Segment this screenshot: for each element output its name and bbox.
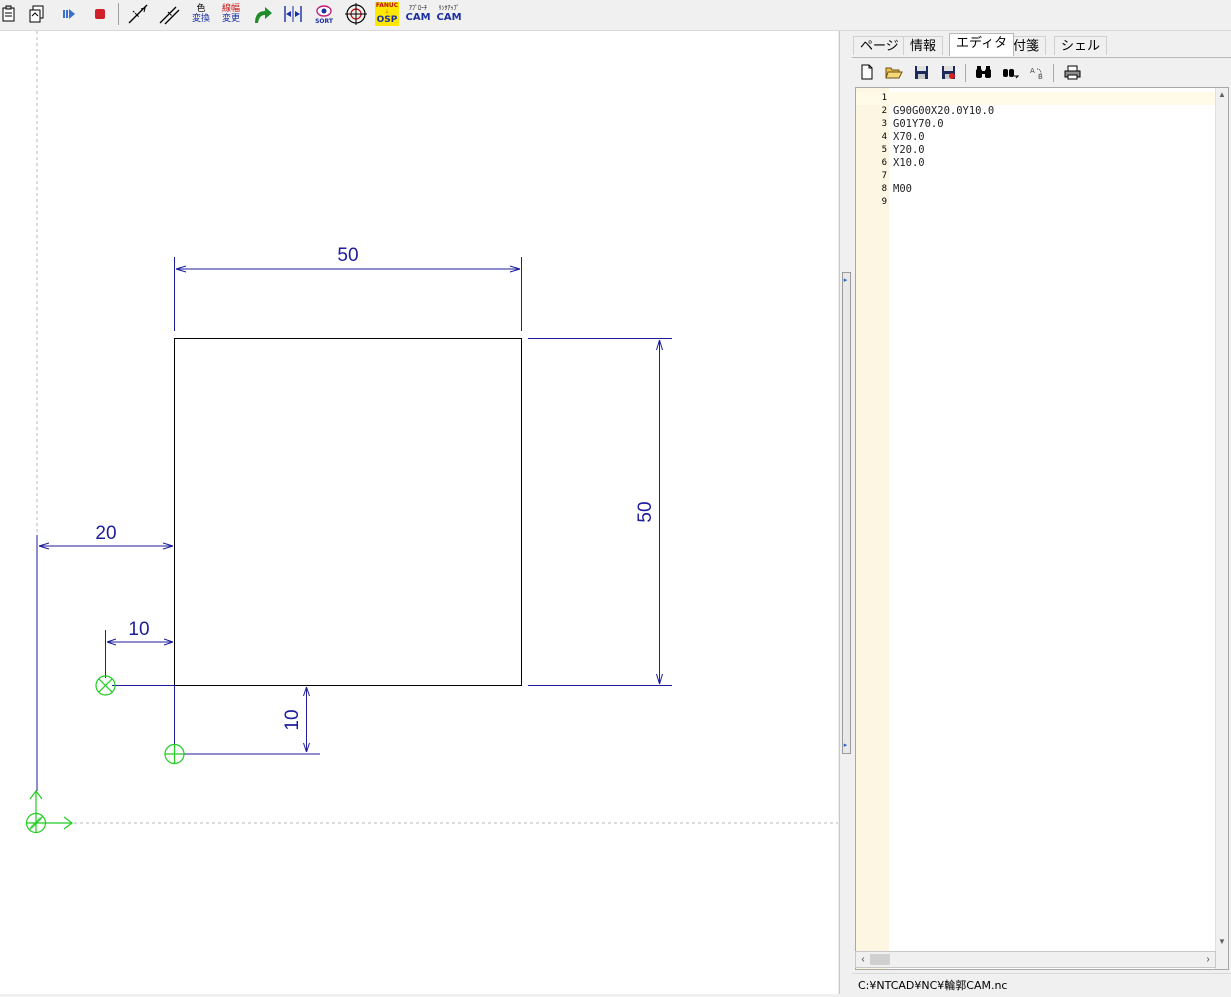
horizontal-scroll-thumb[interactable] <box>870 954 890 965</box>
fanuc-osp-button[interactable]: FANUC ↓ OSP <box>373 0 401 28</box>
editor-line[interactable]: 9 <box>856 196 1216 209</box>
line-width-label-top: 線幅 <box>221 4 240 14</box>
step-forward-icon[interactable] <box>58 0 80 28</box>
print-icon[interactable] <box>1061 61 1083 83</box>
drawing-canvas[interactable]: 50 50 20 10 10 <box>0 31 838 994</box>
contour-rectangle[interactable] <box>174 338 522 686</box>
editor-toolbar: AB <box>852 58 1231 86</box>
parallel-line-icon[interactable] <box>157 0 181 28</box>
tab-shell[interactable]: シェル <box>1054 36 1108 55</box>
find-icon[interactable] <box>972 61 994 83</box>
line-width-change-button[interactable]: 線幅 変更 <box>218 0 244 28</box>
dimension-small-y <box>303 686 310 753</box>
splitter-arrow-icon[interactable]: ▸ <box>841 276 850 284</box>
dimension-label-small-x: 10 <box>128 619 149 640</box>
line-number: 9 <box>881 197 887 207</box>
save-as-icon[interactable] <box>937 61 959 83</box>
svg-text:A: A <box>1030 67 1035 75</box>
line-number: 4 <box>881 132 887 142</box>
line-number: 3 <box>881 119 887 129</box>
splitter-arrow-icon[interactable]: ▸ <box>841 741 850 749</box>
editor-line[interactable]: 8 M00 <box>856 183 1216 196</box>
scroll-up-icon[interactable]: ▲ <box>1216 88 1228 102</box>
tab-info[interactable]: 情報 <box>903 36 944 55</box>
dimension-label-small-y: 10 <box>282 709 303 730</box>
osp-label: OSP <box>376 15 398 25</box>
svg-text:B: B <box>1038 73 1043 80</box>
line-number: 1 <box>881 93 887 103</box>
dimension-top-width <box>174 257 522 331</box>
line-code[interactable]: X10.0 <box>893 157 925 170</box>
save-icon[interactable] <box>910 61 932 83</box>
scroll-right-icon[interactable]: › <box>1201 952 1215 967</box>
status-bar: C:¥NTCAD¥NC¥輪郭CAM.nc <box>852 973 1231 996</box>
horizontal-scrollbar[interactable]: ‹ › <box>855 951 1216 968</box>
dimension-label-right: 50 <box>635 501 656 522</box>
dimension-label-left: 20 <box>95 523 116 544</box>
find-next-icon[interactable] <box>999 61 1021 83</box>
approach-cam-button[interactable]: ｱﾌﾟﾛｰﾁ CAM <box>404 0 432 28</box>
start-point-marker[interactable] <box>164 743 185 765</box>
panel-splitter[interactable]: ▸ ▸ <box>839 31 853 994</box>
vertical-scrollbar[interactable]: ▲ ▼ <box>1215 88 1228 969</box>
tab-page[interactable]: ページ <box>853 36 906 55</box>
main-toolbar: 色変換 線幅 変更 SORT FANUC ↓ OSP ｱﾌﾟﾛｰﾁ CAM ﾘﾝｸ… <box>0 0 1231 31</box>
target-icon[interactable] <box>343 0 369 28</box>
editor-line[interactable]: 6 X10.0 <box>856 157 1216 170</box>
line-code[interactable]: G01Y70.0 <box>893 118 944 131</box>
line-number: 7 <box>881 171 887 181</box>
fit-width-icon[interactable] <box>281 0 305 28</box>
stop-icon[interactable] <box>89 0 111 28</box>
editor-toolbar-separator <box>965 64 966 82</box>
copy-page-icon[interactable] <box>26 0 48 28</box>
link-cam-kana: ﾘﾝｸｱｯﾌﾟ <box>438 4 460 12</box>
editor-lines[interactable]: 1 2 G90G00X20.0Y10.0 3 G01Y70.0 4 X70.0 5 Y20.0 6… <box>856 92 1216 209</box>
code-editor[interactable]: 1 2 G90G00X20.0Y10.0 3 G01Y70.0 4 X70.0 5 Y20.0 6… <box>855 87 1229 970</box>
scroll-down-icon[interactable]: ▼ <box>1216 935 1228 949</box>
link-cam-label: CAM <box>436 11 462 23</box>
new-file-icon[interactable] <box>856 61 878 83</box>
editor-line[interactable]: 7 <box>856 170 1216 183</box>
scroll-left-icon[interactable]: ‹ <box>856 952 870 967</box>
line-number: 6 <box>881 158 887 168</box>
sort-label: SORT <box>315 17 333 25</box>
line-number: 5 <box>881 145 887 155</box>
line-number-gutter <box>856 88 889 969</box>
toolbar-separator <box>118 3 119 25</box>
line-code[interactable]: G90G00X20.0Y10.0 <box>893 105 994 118</box>
color-change-label-top: 色 <box>196 4 206 14</box>
approach-cam-label: CAM <box>405 11 431 23</box>
panel-tabs: ページ 情報 エディタ 付箋 シェル <box>852 33 1231 58</box>
paste-icon[interactable] <box>0 0 18 28</box>
tab-editor[interactable]: エディタ <box>949 33 1015 56</box>
line-number: 8 <box>881 184 887 194</box>
editor-line[interactable]: 1 <box>856 92 1216 105</box>
color-change-label-bottom: 変換 <box>191 14 210 24</box>
editor-line[interactable]: 2 G90G00X20.0Y10.0 <box>856 105 1216 118</box>
line-offset-icon[interactable] <box>126 0 150 28</box>
approach-cam-kana: ｱﾌﾟﾛｰﾁ <box>408 4 427 12</box>
line-code[interactable]: Y20.0 <box>893 144 925 157</box>
origin-marker[interactable] <box>25 790 73 834</box>
editor-toolbar-separator <box>1053 64 1054 82</box>
dimension-label-top: 50 <box>337 245 358 266</box>
editor-line[interactable]: 3 G01Y70.0 <box>856 118 1216 131</box>
file-path: C:¥NTCAD¥NC¥輪郭CAM.nc <box>858 979 1008 992</box>
replace-icon[interactable]: AB <box>1026 61 1048 83</box>
link-cam-button[interactable]: ﾘﾝｸｱｯﾌﾟ CAM <box>434 0 464 28</box>
line-code[interactable]: X70.0 <box>893 131 925 144</box>
line-width-label-bottom: 変更 <box>221 14 240 24</box>
sort-button[interactable]: SORT <box>310 0 338 28</box>
side-panel: ページ 情報 エディタ 付箋 シェル AB 1 2 G90G00X20.0Y10… <box>852 31 1231 997</box>
splitter-grip[interactable] <box>842 272 851 754</box>
editor-line[interactable]: 5 Y20.0 <box>856 144 1216 157</box>
line-number: 2 <box>881 106 887 116</box>
editor-line[interactable]: 4 X70.0 <box>856 131 1216 144</box>
line-code[interactable]: M00 <box>893 183 912 196</box>
redo-arrow-icon[interactable] <box>250 0 276 28</box>
cad-drawing[interactable]: 50 50 20 10 10 <box>0 31 838 994</box>
color-change-button[interactable]: 色変換 <box>188 0 214 28</box>
open-folder-icon[interactable] <box>883 61 905 83</box>
